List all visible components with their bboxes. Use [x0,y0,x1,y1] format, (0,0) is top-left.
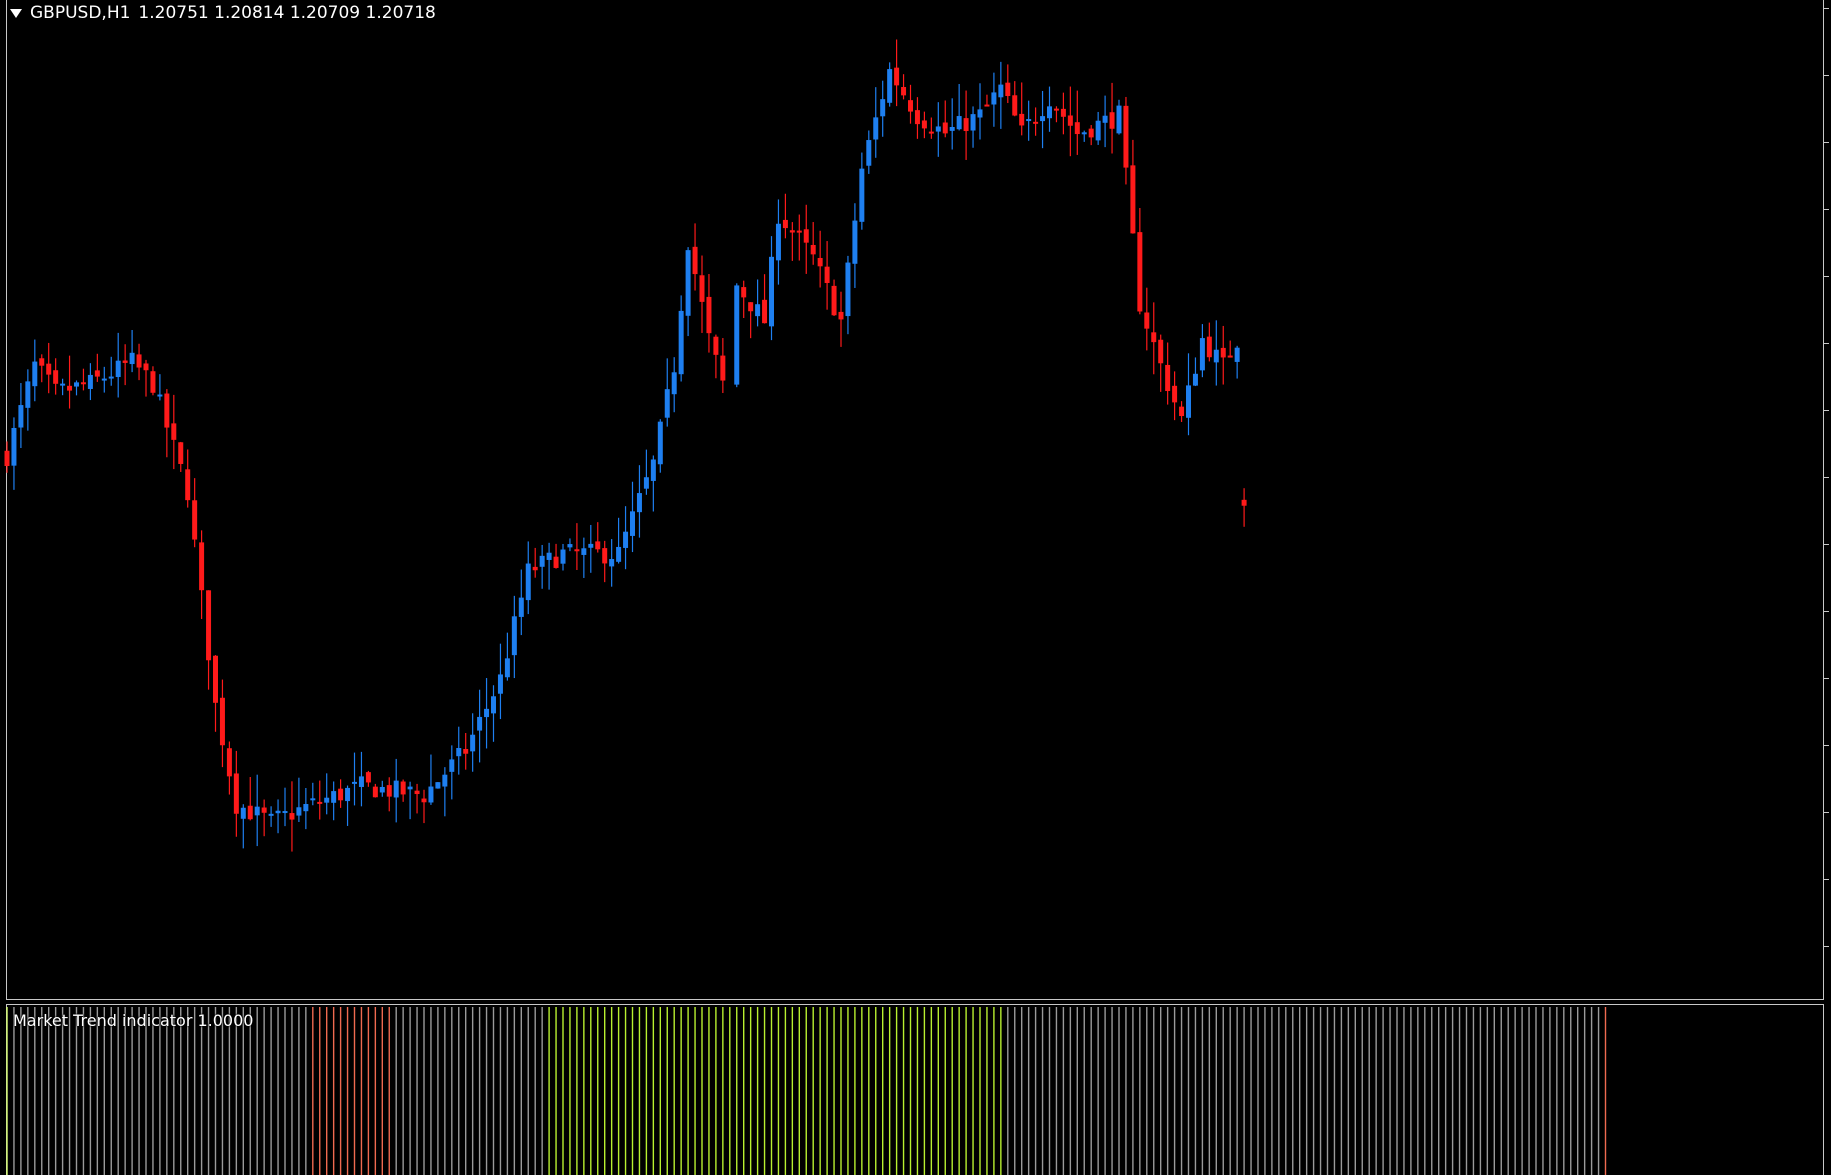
price-axis-tick [1824,678,1829,679]
price-axis-tick [1824,611,1829,612]
price-axis-tick [1824,276,1829,277]
price-axis-tick [1824,142,1829,143]
price-axis-tick [1824,879,1829,880]
price-axis-tick [1824,75,1829,76]
symbol-timeframe: GBPUSD,H1 [30,3,131,23]
price-axis[interactable] [1824,0,1831,1175]
price-axis-tick [1824,410,1829,411]
price-axis-tick [1824,745,1829,746]
price-axis-tick [1824,812,1829,813]
price-axis-tick [1824,946,1829,947]
price-axis-tick [1824,544,1829,545]
price-axis-tick [1824,209,1829,210]
dropdown-triangle-icon[interactable] [10,8,22,18]
indicator-histogram [6,1007,1607,1175]
price-axis-tick [1824,8,1829,9]
chart-header: GBPUSD,H1 1.20751 1.20814 1.20709 1.2071… [10,3,436,23]
ohlc-quote: 1.20751 1.20814 1.20709 1.20718 [138,3,436,23]
terminal-window: GBPUSD,H1 1.20751 1.20814 1.20709 1.2071… [0,0,1831,1175]
price-axis-tick [1824,343,1829,344]
indicator-label: Market Trend indicator 1.0000 [13,1011,254,1030]
price-axis-tick [1824,477,1829,478]
